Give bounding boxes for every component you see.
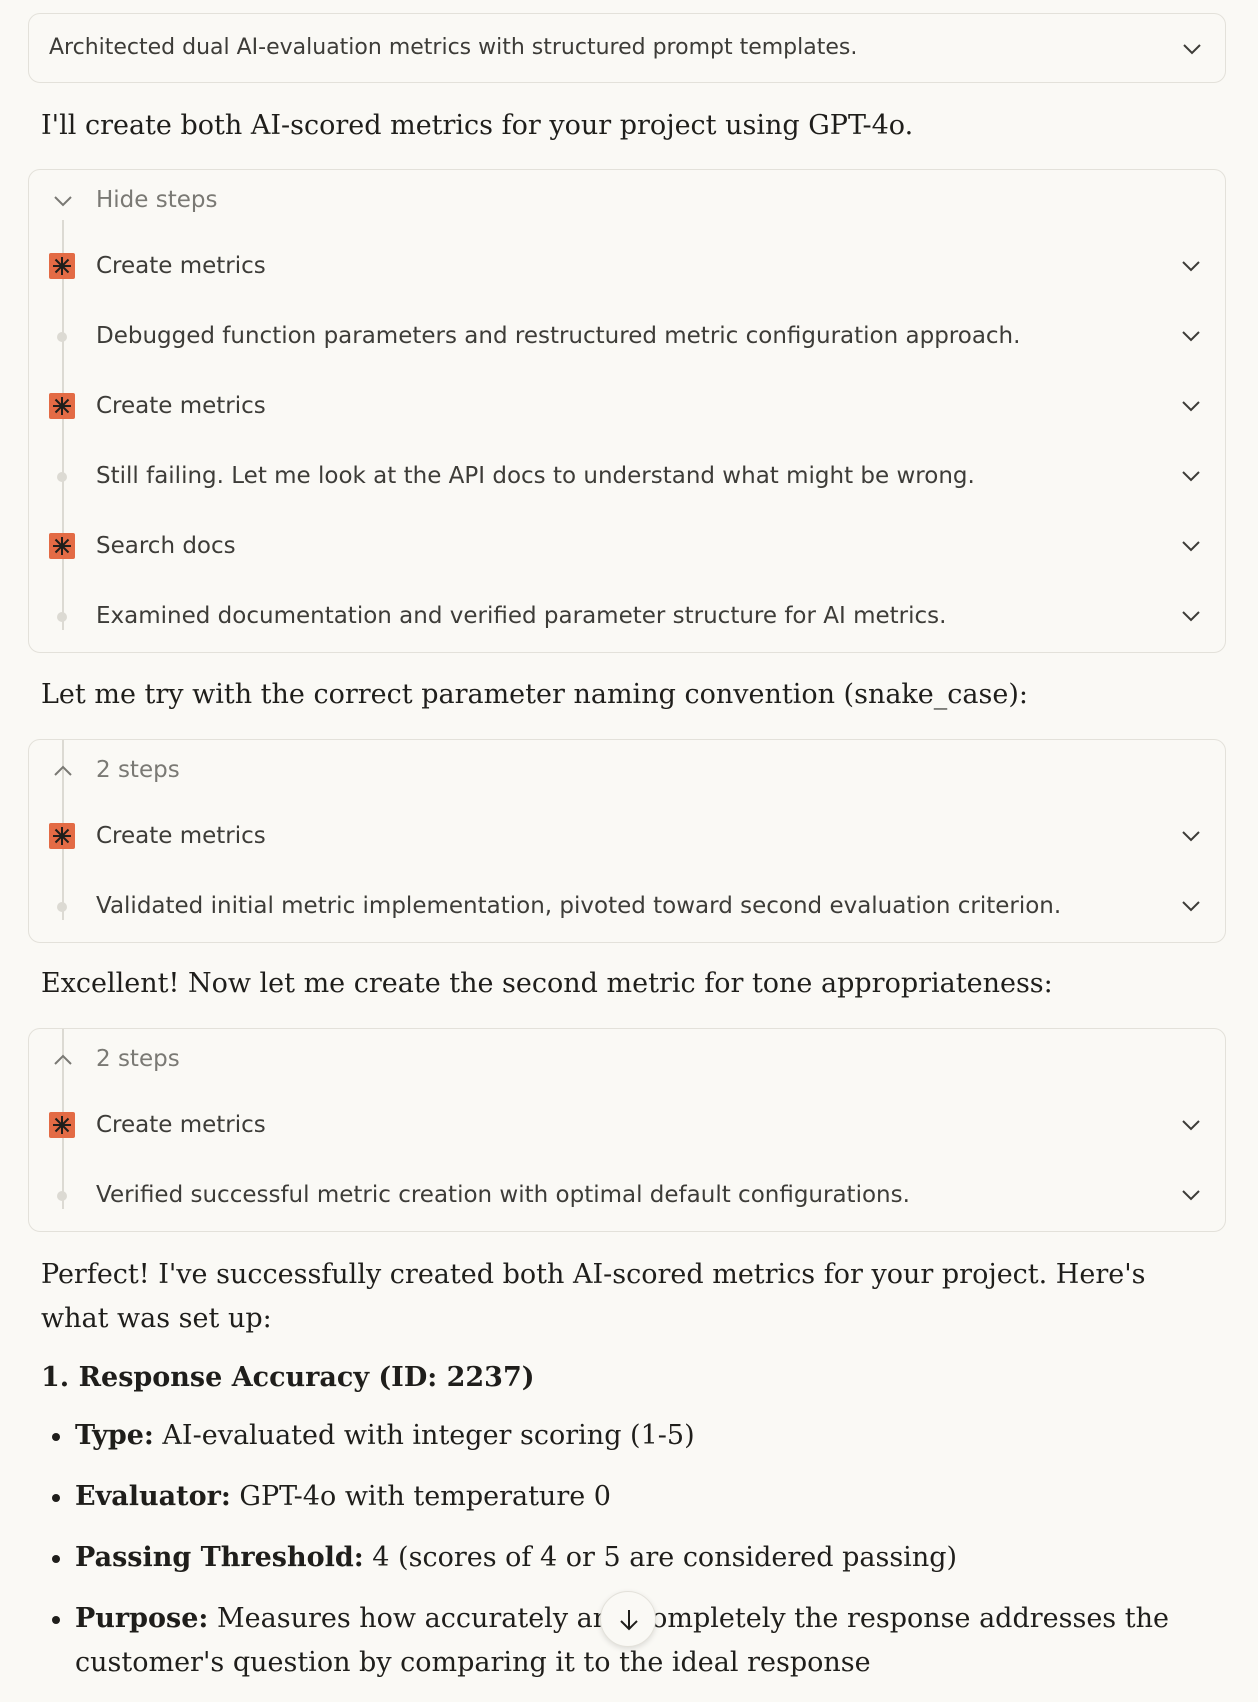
chevron-down-icon: [1180, 829, 1202, 843]
list-item: Type: AI-evaluated with integer scoring …: [41, 1414, 1191, 1458]
detail-key: Purpose:: [75, 1603, 209, 1634]
chevron-down-icon: [1180, 399, 1202, 413]
step-label: Debugged function parameters and restruc…: [96, 323, 1021, 349]
step-dot: [57, 332, 67, 342]
thought-summary-card[interactable]: Architected dual AI-evaluation metrics w…: [28, 13, 1226, 83]
step-label: Validated initial metric implementation,…: [96, 893, 1062, 919]
chevron-up-icon: [53, 1052, 73, 1066]
step-label: Create metrics: [96, 253, 266, 279]
step-row[interactable]: Examined documentation and verified para…: [29, 586, 1225, 646]
metric-details-list: Type: AI-evaluated with integer scoring …: [41, 1414, 1191, 1702]
step-row[interactable]: Still failing. Let me look at the API do…: [29, 446, 1225, 506]
thought-summary-text: Architected dual AI-evaluation metrics w…: [49, 35, 858, 60]
detail-key: Type:: [75, 1420, 154, 1451]
step-label: Examined documentation and verified para…: [96, 603, 947, 629]
asterisk-icon: [49, 533, 75, 559]
detail-value: GPT-4o with temperature 0: [230, 1481, 611, 1512]
step-row[interactable]: Debugged function parameters and restruc…: [29, 306, 1225, 366]
asterisk-icon: [49, 1112, 75, 1138]
step-row[interactable]: Create metrics: [29, 376, 1225, 436]
steps-panel-1: Hide steps Create metrics Debugged funct…: [28, 169, 1226, 653]
summary-message: Perfect! I've successfully created both …: [41, 1259, 1146, 1334]
step-dot: [57, 612, 67, 622]
steps-panel-2: 2 steps Create metrics Validated initial…: [28, 739, 1226, 943]
scroll-to-bottom-button[interactable]: [600, 1591, 656, 1647]
step-dot: [57, 902, 67, 912]
chevron-down-icon: [53, 193, 73, 207]
step-row[interactable]: Verified successful metric creation with…: [29, 1165, 1225, 1225]
steps-toggle-label: Hide steps: [96, 187, 218, 213]
asterisk-icon: [49, 253, 75, 279]
detail-key: Passing Threshold:: [75, 1542, 364, 1573]
steps-panel-3: 2 steps Create metrics Verified successf…: [28, 1028, 1226, 1232]
steps-toggle[interactable]: Hide steps: [29, 170, 1225, 230]
step-label: Create metrics: [96, 823, 266, 849]
step-row[interactable]: Validated initial metric implementation,…: [29, 876, 1225, 936]
asterisk-icon: [49, 823, 75, 849]
steps-toggle-label: 2 steps: [96, 757, 180, 783]
list-item: Evaluator: GPT-4o with temperature 0: [41, 1475, 1191, 1519]
chevron-down-icon: [1180, 469, 1202, 483]
assistant-message: Excellent! Now let me create the second …: [41, 968, 1053, 999]
step-label: Still failing. Let me look at the API do…: [96, 463, 975, 489]
metric-heading: 1. Response Accuracy (ID: 2237): [41, 1362, 535, 1393]
steps-toggle[interactable]: 2 steps: [29, 740, 1225, 800]
step-row[interactable]: Create metrics: [29, 1095, 1225, 1155]
detail-key: Evaluator:: [75, 1481, 231, 1512]
intro-message: I'll create both AI-scored metrics for y…: [41, 110, 914, 141]
chevron-down-icon: [1180, 259, 1202, 273]
step-label: Verified successful metric creation with…: [96, 1182, 910, 1208]
chevron-up-icon: [53, 763, 73, 777]
step-label: Create metrics: [96, 393, 266, 419]
step-row[interactable]: Create metrics: [29, 806, 1225, 866]
step-label: Search docs: [96, 533, 236, 559]
step-row[interactable]: Create metrics: [29, 236, 1225, 296]
chevron-down-icon: [1180, 1118, 1202, 1132]
list-item: Passing Threshold: 4 (scores of 4 or 5 a…: [41, 1536, 1191, 1580]
step-row[interactable]: Search docs: [29, 516, 1225, 576]
asterisk-icon: [49, 393, 75, 419]
chevron-down-icon: [1180, 1188, 1202, 1202]
chevron-down-icon: [1180, 609, 1202, 623]
chevron-down-icon: [1181, 42, 1203, 56]
chevron-down-icon: [1180, 329, 1202, 343]
steps-toggle-label: 2 steps: [96, 1046, 180, 1072]
detail-value: AI-evaluated with integer scoring (1-5): [153, 1420, 695, 1451]
step-dot: [57, 472, 67, 482]
steps-toggle[interactable]: 2 steps: [29, 1029, 1225, 1089]
assistant-message: Let me try with the correct parameter na…: [41, 679, 1028, 710]
step-label: Create metrics: [96, 1112, 266, 1138]
chevron-down-icon: [1180, 899, 1202, 913]
detail-value: 4 (scores of 4 or 5 are considered passi…: [363, 1542, 958, 1573]
chevron-down-icon: [1180, 539, 1202, 553]
arrow-down-icon: [620, 1610, 638, 1631]
step-dot: [57, 1191, 67, 1201]
